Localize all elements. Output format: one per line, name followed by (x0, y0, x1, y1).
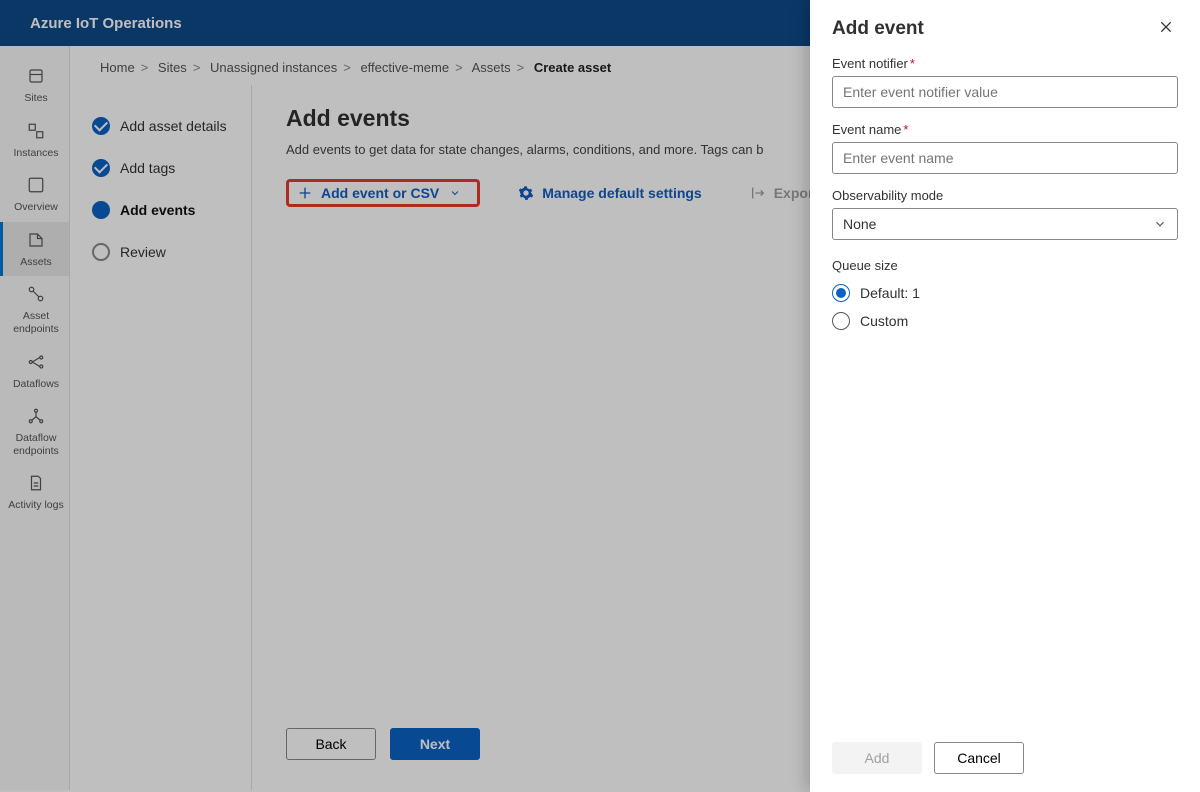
event-name-input[interactable] (832, 142, 1178, 174)
panel-cancel-button[interactable]: Cancel (934, 742, 1024, 774)
add-event-or-csv-button[interactable]: Add event or CSV (286, 179, 480, 207)
observability-field: Observability mode None (832, 188, 1178, 240)
wizard-steps: Add asset details Add tags Add events Re… (82, 85, 252, 790)
panel-add-button: Add (832, 742, 922, 774)
logs-icon (26, 473, 46, 493)
event-notifier-field: Event notifier* (832, 56, 1178, 108)
nav-assets[interactable]: Assets (0, 222, 69, 277)
crumb-current: Create asset (534, 60, 611, 75)
nav-label: Sites (24, 92, 47, 105)
nav-label: Asset endpoints (5, 310, 67, 335)
event-notifier-input[interactable] (832, 76, 1178, 108)
export-icon (750, 185, 766, 201)
nav-overview[interactable]: Overview (0, 167, 69, 222)
crumb-unassigned[interactable]: Unassigned instances (210, 60, 337, 75)
radio-icon (832, 284, 850, 302)
nav-activity-logs[interactable]: Activity logs (0, 465, 69, 520)
left-nav: Sites Instances Overview Assets Asset en… (0, 46, 70, 790)
chevron-down-icon (447, 185, 463, 201)
nav-label: Instances (14, 147, 59, 160)
crumb-sites[interactable]: Sites (158, 60, 187, 75)
app-title: Azure IoT Operations (30, 15, 182, 32)
close-panel-button[interactable] (1158, 19, 1178, 39)
gear-icon (518, 185, 534, 201)
nav-instances[interactable]: Instances (0, 113, 69, 168)
assets-icon (26, 230, 46, 250)
add-event-panel: Add event Event notifier* Event name* Ob… (810, 0, 1200, 792)
map-icon (26, 66, 46, 86)
radio-icon (832, 312, 850, 330)
overview-icon (26, 175, 46, 195)
nav-dataflows[interactable]: Dataflows (0, 344, 69, 399)
close-icon (1158, 19, 1174, 35)
instances-icon (26, 121, 46, 141)
crumb-assets[interactable]: Assets (472, 60, 511, 75)
panel-title: Add event (832, 18, 924, 40)
chevron-down-icon (1153, 217, 1167, 231)
step-add-events[interactable]: Add events (92, 189, 245, 231)
nav-label: Activity logs (8, 499, 63, 512)
nav-sites[interactable]: Sites (0, 58, 69, 113)
dataflow-endpoints-icon (26, 406, 46, 426)
step-asset-details[interactable]: Add asset details (92, 105, 245, 147)
dataflows-icon (26, 352, 46, 372)
step-add-tags[interactable]: Add tags (92, 147, 245, 189)
crumb-instance[interactable]: effective-meme (360, 60, 449, 75)
queue-default-radio[interactable]: Default: 1 (832, 279, 1178, 307)
plus-icon (297, 185, 313, 201)
crumb-home[interactable]: Home (100, 60, 135, 75)
event-name-field: Event name* (832, 122, 1178, 174)
nav-asset-endpoints[interactable]: Asset endpoints (0, 276, 69, 343)
nav-label: Dataflow endpoints (5, 432, 67, 457)
nav-label: Assets (20, 256, 52, 269)
queue-custom-radio[interactable]: Custom (832, 307, 1178, 335)
observability-select[interactable]: None (832, 208, 1178, 240)
asset-endpoints-icon (26, 284, 46, 304)
nav-label: Overview (14, 201, 58, 214)
back-button[interactable]: Back (286, 728, 376, 760)
manage-default-settings-button[interactable]: Manage default settings (508, 179, 711, 207)
next-button[interactable]: Next (390, 728, 480, 760)
step-review[interactable]: Review (92, 231, 245, 273)
queue-size-label: Queue size (832, 258, 1178, 273)
nav-dataflow-endpoints[interactable]: Dataflow endpoints (0, 398, 69, 465)
nav-label: Dataflows (13, 378, 59, 391)
